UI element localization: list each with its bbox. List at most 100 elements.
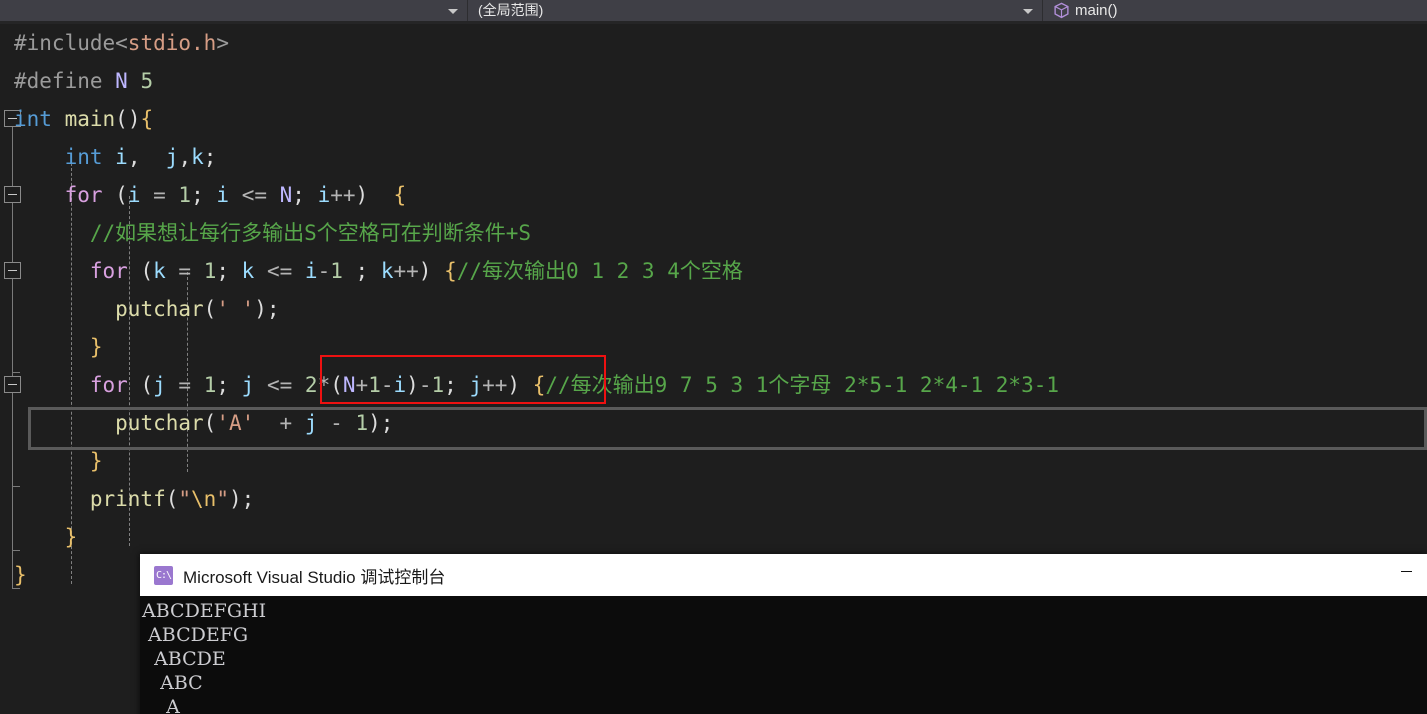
console-output-line: ABC xyxy=(142,672,203,694)
code-line-5: for (i = 1; i <= N; i++) { xyxy=(0,176,407,214)
code-token: j xyxy=(469,373,483,397)
code-line-12: } xyxy=(0,442,103,480)
code-token: * xyxy=(317,373,331,397)
code-token: i xyxy=(317,183,331,207)
code-token: { xyxy=(444,259,457,283)
code-editor[interactable]: #include<stdio.h> #define N 5 int main()… xyxy=(0,24,1427,714)
code-token: ; xyxy=(444,373,457,397)
code-token: 1 xyxy=(355,411,369,435)
code-token: ) xyxy=(418,259,432,283)
code-token: i xyxy=(216,183,230,207)
code-token: 1 xyxy=(431,373,445,397)
code-token: = xyxy=(165,373,204,397)
code-line-11: putchar('A' + j - 1); xyxy=(0,404,393,442)
code-token: ++ xyxy=(482,373,508,397)
code-token: ; xyxy=(216,259,230,283)
code-token: > xyxy=(216,31,229,55)
code-token: ) xyxy=(355,183,369,207)
chevron-down-icon xyxy=(448,8,458,14)
code-token: i xyxy=(127,183,141,207)
code-token: int xyxy=(14,107,52,131)
code-token: () xyxy=(115,107,141,131)
console-output-area[interactable]: ABCDEFGHI ABCDEFG ABCDE ABC A xyxy=(140,596,1427,714)
code-token: stdio.h xyxy=(127,31,217,55)
code-token: j xyxy=(241,373,255,397)
chevron-down-icon xyxy=(1023,8,1033,14)
visual-studio-window: (全局范围) main() #include<stdio.h> #define … xyxy=(0,0,1427,714)
code-token: 1 xyxy=(368,373,381,397)
code-token: 1 xyxy=(203,373,217,397)
code-token: k xyxy=(380,259,394,283)
code-token: - xyxy=(317,259,331,283)
code-token: j xyxy=(153,373,166,397)
code-token: i xyxy=(304,259,318,283)
code-token: } xyxy=(89,449,103,473)
code-line-2: #define N 5 xyxy=(0,62,153,100)
scope-selector-dropdown[interactable]: (全局范围) xyxy=(468,0,1043,21)
code-token: = xyxy=(165,259,204,283)
code-token: + xyxy=(254,411,305,435)
code-token: { xyxy=(140,107,154,131)
code-token: ; xyxy=(292,183,305,207)
code-token: for xyxy=(89,259,128,283)
code-token: } xyxy=(89,335,103,359)
code-token: ' ' xyxy=(216,297,255,321)
code-line-8: putchar(' '); xyxy=(0,290,280,328)
code-token: ; xyxy=(203,145,217,169)
console-output-line: ABCDE xyxy=(142,648,226,670)
code-token: 2 xyxy=(304,373,318,397)
code-token: N xyxy=(279,183,293,207)
console-output-line: ABCDEFG xyxy=(142,624,249,646)
code-token: ( xyxy=(165,487,179,511)
code-line-9: } xyxy=(0,328,103,366)
code-comment: //如果想让每行多输出S个空格可在判断条件+S xyxy=(89,221,532,245)
debug-console-window[interactable]: C:\ Microsoft Visual Studio 调试控制台 ABCDEF… xyxy=(140,554,1427,714)
code-token: i xyxy=(115,145,128,169)
console-cmd-icon-glyph: C:\ xyxy=(155,569,172,581)
code-token: { xyxy=(532,373,546,397)
code-token: ( xyxy=(203,297,217,321)
scope-selector-label: (全局范围) xyxy=(478,2,544,18)
code-token: ( xyxy=(330,373,343,397)
code-token: - xyxy=(418,373,432,397)
code-token: main xyxy=(64,107,116,131)
code-token: <= xyxy=(229,183,280,207)
code-token: N xyxy=(115,69,128,93)
code-token: ; xyxy=(355,259,369,283)
code-token: 5 xyxy=(140,69,154,93)
code-line-6: //如果想让每行多输出S个空格可在判断条件+S xyxy=(0,214,531,252)
code-line-15: } xyxy=(0,556,27,594)
code-token: 1 xyxy=(178,183,192,207)
code-line-10: for (j = 1; j <= 2*(N+1-i)-1; j++) {//每次… xyxy=(0,366,1059,404)
project-selector-dropdown[interactable] xyxy=(0,0,468,21)
minimize-icon[interactable] xyxy=(1401,565,1413,577)
code-line-3: int main(){ xyxy=(0,100,153,138)
console-title-bar[interactable]: C:\ Microsoft Visual Studio 调试控制台 xyxy=(140,554,1427,596)
member-selector-dropdown[interactable]: main() xyxy=(1043,0,1427,21)
code-token: 'A' xyxy=(216,411,255,435)
code-token: ); xyxy=(368,411,394,435)
code-token: ) xyxy=(507,373,521,397)
console-output-line: ABCDEFGHI xyxy=(142,600,267,622)
console-cmd-icon: C:\ xyxy=(154,565,173,585)
code-token: putchar xyxy=(115,411,204,435)
code-token: N xyxy=(342,373,356,397)
code-comment: //每次输出0 1 2 3 4个空格 xyxy=(456,259,743,283)
method-cube-icon xyxy=(1053,2,1070,19)
code-token: , xyxy=(178,145,192,169)
code-token: printf xyxy=(89,487,166,511)
code-token: ) xyxy=(406,373,419,397)
code-token: ); xyxy=(254,297,280,321)
